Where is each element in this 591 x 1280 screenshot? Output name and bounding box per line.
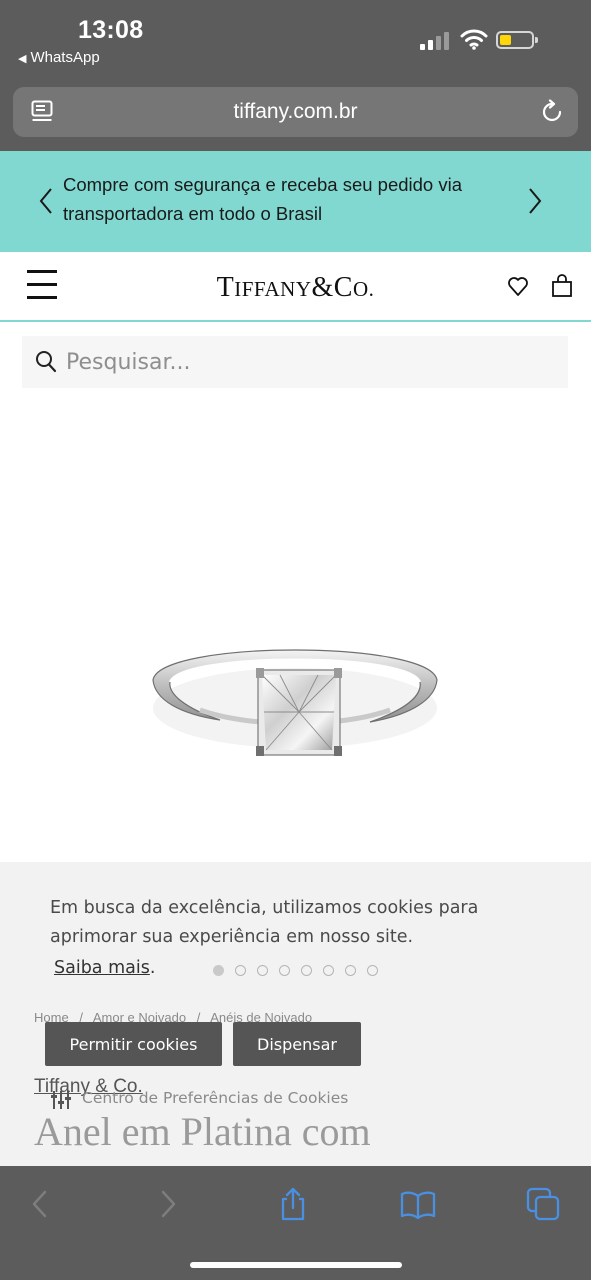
back-triangle-icon: ◀ xyxy=(18,53,27,65)
search-input[interactable] xyxy=(66,344,546,380)
share-icon[interactable] xyxy=(275,1186,311,1222)
status-and-address-area: 13:08 ◀ WhatsApp tiffany.com.br xyxy=(0,0,591,151)
wishlist-heart-icon[interactable] xyxy=(507,274,529,298)
carousel-dot[interactable] xyxy=(235,965,246,976)
carousel-dot[interactable] xyxy=(367,965,378,976)
carousel-dot[interactable] xyxy=(301,965,312,976)
allow-cookies-button[interactable]: Permitir cookies xyxy=(45,1022,222,1066)
bookmarks-icon[interactable] xyxy=(400,1186,436,1222)
promo-next-chevron-icon[interactable] xyxy=(526,186,544,216)
tiffany-logo[interactable]: TIFFANY&CO. xyxy=(0,272,591,304)
back-to-app-link[interactable]: ◀ WhatsApp xyxy=(18,49,100,66)
promo-text: Compre com segurança e receba seu pedido… xyxy=(63,174,463,224)
product-title: Anel em Platina com xyxy=(34,1109,371,1154)
back-arrow-icon[interactable] xyxy=(22,1186,58,1222)
wifi-icon xyxy=(460,29,488,50)
carousel-dot[interactable] xyxy=(257,965,268,976)
carousel-dot[interactable] xyxy=(213,965,224,976)
search-icon xyxy=(36,351,57,373)
back-app-label: WhatsApp xyxy=(30,49,100,66)
carousel-dot[interactable] xyxy=(279,965,290,976)
cellular-signal-icon xyxy=(420,30,452,50)
url-text[interactable]: tiffany.com.br xyxy=(13,100,578,124)
diamond-ring-image[interactable] xyxy=(140,620,450,770)
home-indicator[interactable] xyxy=(190,1262,402,1268)
promo-banner: Compre com segurança e receba seu pedido… xyxy=(0,151,591,252)
preferences-sliders-icon[interactable] xyxy=(50,1090,72,1110)
address-bar[interactable]: tiffany.com.br xyxy=(13,87,578,137)
site-header: TIFFANY&CO. xyxy=(0,252,591,322)
tabs-icon[interactable] xyxy=(525,1186,561,1222)
search-box[interactable] xyxy=(22,336,568,388)
learn-more-link[interactable]: Saiba mais xyxy=(54,958,150,978)
carousel-dot[interactable] xyxy=(323,965,334,976)
status-time: 13:08 xyxy=(78,16,144,44)
cookie-preferences-link[interactable]: Centro de Preferências de Cookies xyxy=(82,1089,348,1107)
reload-icon[interactable] xyxy=(539,99,565,125)
cookie-message: Em busca da excelência, utilizamos cooki… xyxy=(50,898,479,947)
carousel-dot[interactable] xyxy=(345,965,356,976)
learn-more-suffix: . xyxy=(149,958,156,978)
battery-icon xyxy=(496,31,538,49)
shopping-bag-icon[interactable] xyxy=(551,274,573,298)
dismiss-cookies-button[interactable]: Dispensar xyxy=(233,1022,361,1066)
forward-arrow-icon[interactable] xyxy=(150,1186,186,1222)
learn-more-row: Saiba mais. xyxy=(54,958,155,978)
promo-prev-chevron-icon[interactable] xyxy=(37,186,55,216)
